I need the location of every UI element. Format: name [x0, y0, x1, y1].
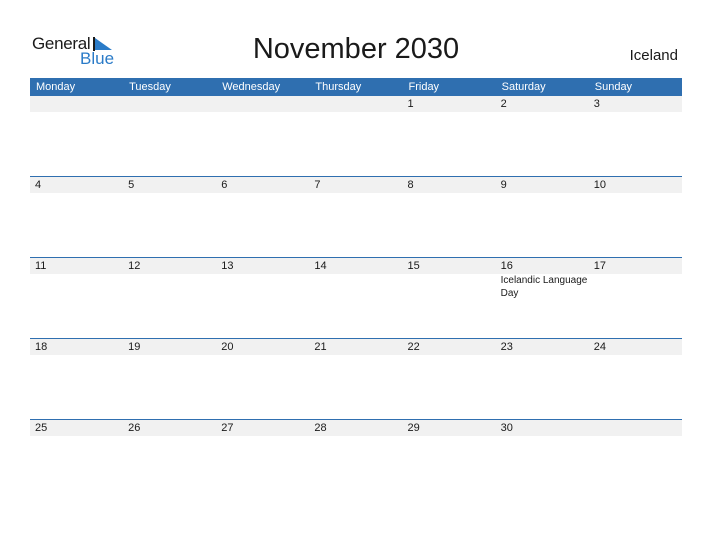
day-cell [123, 96, 216, 112]
day-number: 9 [500, 179, 507, 191]
day-number: 11 [35, 260, 47, 272]
day-cell: 26 [123, 420, 216, 436]
day-number: 18 [35, 341, 48, 353]
day-number: 4 [35, 179, 42, 191]
day-cell: 22 [403, 339, 496, 355]
day-cell [589, 420, 682, 436]
holiday-event: Icelandic Language Day [500, 275, 588, 299]
week-row: 4 5 6 7 8 9 10 [30, 176, 682, 258]
day-cell: 9 [496, 177, 589, 193]
day-number: 24 [593, 341, 606, 353]
week-row: 25 26 27 28 29 30 [30, 419, 682, 501]
weekday-wednesday: Wednesday [222, 81, 281, 93]
day-cell: 27 [216, 420, 309, 436]
weekday-header: Monday Tuesday Wednesday Thursday Friday… [30, 78, 682, 96]
weekday-monday: Monday [36, 81, 76, 93]
day-cell: 3 [589, 96, 682, 112]
day-cell: 13 [216, 258, 309, 274]
day-number: 12 [128, 260, 141, 272]
day-cell: 21 [309, 339, 402, 355]
day-number: 25 [35, 422, 48, 434]
day-number: 21 [314, 341, 327, 353]
page-title: November 2030 [252, 33, 460, 65]
day-number: 3 [593, 98, 600, 110]
day-cell: 15 [403, 258, 496, 274]
day-cell [216, 96, 309, 112]
day-number: 19 [128, 341, 141, 353]
day-number: 2 [500, 98, 507, 110]
day-number: 22 [407, 341, 420, 353]
country-label: Iceland [629, 47, 678, 64]
day-number: 10 [593, 179, 606, 191]
day-cell: 30 [496, 420, 589, 436]
weekday-sunday: Sunday [594, 81, 633, 93]
day-number: 17 [593, 260, 606, 272]
day-number: 15 [407, 260, 420, 272]
day-number: 5 [128, 179, 135, 191]
day-number: 14 [314, 260, 327, 272]
weekday-tuesday: Tuesday [129, 81, 171, 93]
day-cell: 7 [309, 177, 402, 193]
day-cell: 10 [589, 177, 682, 193]
weekday-thursday: Thursday [315, 81, 362, 93]
day-number: 28 [314, 422, 327, 434]
date-band: 25 26 27 28 29 30 [30, 420, 682, 436]
week-row: 11 12 13 14 15 16 Icelandic Language Day 17 [30, 257, 682, 339]
day-cell: 19 [123, 339, 216, 355]
day-cell: 28 [309, 420, 402, 436]
day-cell: 29 [403, 420, 496, 436]
day-cell: 24 [589, 339, 682, 355]
day-cell: 12 [123, 258, 216, 274]
day-cell: 14 [309, 258, 402, 274]
day-number: 1 [407, 98, 414, 110]
day-number: 30 [500, 422, 513, 434]
weekday-saturday: Saturday [501, 81, 546, 93]
day-number: 8 [407, 179, 414, 191]
week-row: 18 19 20 21 22 23 24 [30, 338, 682, 420]
day-cell: 23 [496, 339, 589, 355]
day-cell: 17 [589, 258, 682, 274]
calendar-grid: Monday Tuesday Wednesday Thursday Friday… [30, 78, 682, 436]
day-number: 7 [314, 179, 321, 191]
day-cell [30, 96, 123, 112]
day-number: 20 [221, 341, 234, 353]
day-cell: 4 [30, 177, 123, 193]
day-cell: 18 [30, 339, 123, 355]
day-number: 23 [500, 341, 513, 353]
day-cell: 6 [216, 177, 309, 193]
date-band: 4 5 6 7 8 9 10 [30, 177, 682, 193]
day-number: 16 [500, 260, 513, 272]
day-cell: 5 [123, 177, 216, 193]
day-number: 26 [128, 422, 141, 434]
date-band: 11 12 13 14 15 16 Icelandic Language Day 17 [30, 258, 682, 299]
week-row: 1 2 3 [30, 96, 682, 177]
date-band: 18 19 20 21 22 23 24 [30, 339, 682, 355]
day-cell: 25 [30, 420, 123, 436]
day-cell: 20 [216, 339, 309, 355]
day-cell: 8 [403, 177, 496, 193]
date-band: 1 2 3 [30, 96, 682, 112]
day-number: 29 [407, 422, 420, 434]
day-number: 13 [221, 260, 234, 272]
day-cell: 16 Icelandic Language Day [496, 258, 589, 299]
weekday-friday: Friday [408, 81, 440, 93]
day-number: 27 [221, 422, 234, 434]
day-cell: 2 [496, 96, 589, 112]
day-cell: 11 [30, 258, 123, 274]
day-cell: 1 [403, 96, 496, 112]
day-cell [309, 96, 402, 112]
day-number: 6 [221, 179, 228, 191]
